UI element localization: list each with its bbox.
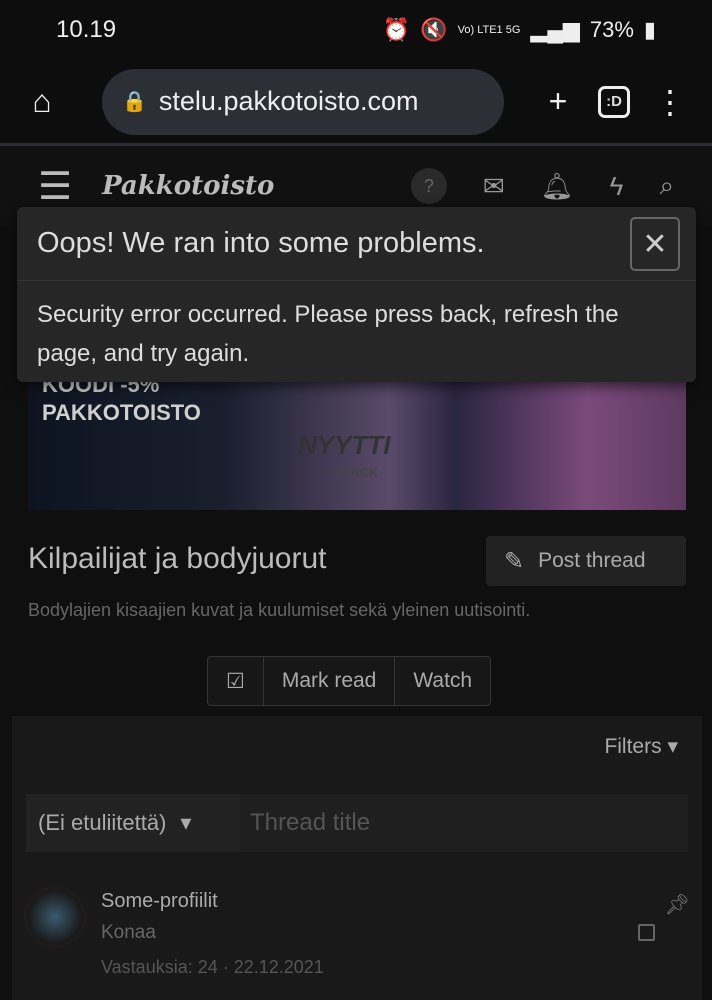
mail-icon[interactable]: ✉	[483, 171, 505, 202]
status-bar: 10.19 ⏰ 🔇 Vo) LTE1 5G ▂▄▆ 73% ▮	[0, 0, 712, 60]
error-dialog: Oops! We ran into some problems. ✕ Secur…	[17, 207, 696, 382]
thread-title[interactable]: Some-profiilit	[101, 890, 218, 913]
ad-banner[interactable]: KOODI -5% PAKKOTOISTO NYYTTI BLACK	[28, 360, 686, 510]
caret-down-icon: ▾	[180, 810, 192, 835]
forum-description: Bodylajien kisaajien kuvat ja kuulumiset…	[28, 600, 531, 620]
alarm-icon: ⏰	[382, 17, 411, 42]
help-button[interactable]: ?	[410, 168, 447, 204]
lock-icon: 🔒	[122, 91, 147, 113]
lightning-icon[interactable]: ϟ	[610, 171, 624, 202]
post-thread-button[interactable]: ✎ Post thread	[486, 536, 686, 586]
close-button[interactable]: ✕	[630, 217, 680, 271]
pin-icon: 📌︎	[664, 894, 690, 916]
thread-meta: Vastauksia: 24 · 22.12.2021	[101, 957, 324, 977]
banner-product-sub: BLACK	[333, 465, 379, 480]
new-tab-icon[interactable]: +	[536, 83, 580, 120]
filters-label: Filters	[604, 735, 662, 758]
filters-button[interactable]: Filters ▾	[604, 734, 678, 759]
banner-product: NYYTTI	[298, 430, 391, 460]
battery-level: 73%	[589, 17, 634, 42]
browser-toolbar: ⌂ 🔒 stelu.pakkotoisto.com + :D ⋮	[0, 60, 712, 146]
hamburger-icon[interactable]: ☰	[38, 164, 72, 209]
battery-icon: ▮	[643, 17, 656, 42]
dialog-title: Oops! We ran into some problems.	[37, 227, 485, 259]
thread-select-checkbox[interactable]	[638, 924, 655, 941]
banner-text: PAKKOTOISTO	[42, 400, 201, 425]
watch-button[interactable]: Watch	[395, 657, 490, 705]
signal-icon: ▂▄▆	[530, 17, 580, 42]
address-bar[interactable]: 🔒 stelu.pakkotoisto.com	[102, 68, 504, 135]
clock: 10.19	[56, 16, 117, 43]
caret-down-icon: ▾	[667, 735, 678, 758]
forum-actions: ☑ Mark read Watch	[207, 656, 492, 706]
menu-dots-icon[interactable]: ⋮	[648, 83, 692, 121]
url-text: stelu.pakkotoisto.com	[158, 86, 419, 116]
mute-icon: 🔇	[420, 17, 448, 42]
network-indicator: Vo) LTE1 5G	[457, 24, 521, 36]
post-thread-label: Post thread	[538, 549, 646, 572]
dialog-message: Security error occurred. Please press ba…	[37, 301, 619, 367]
divider	[17, 280, 696, 281]
thread-list: Filters ▾ (Ei etuliitettä) ▾ Some-profiil…	[12, 716, 702, 1000]
prefix-value: (Ei etuliitettä)	[38, 810, 167, 835]
mark-read-button[interactable]: Mark read	[264, 657, 396, 705]
tab-switcher-button[interactable]: :D	[598, 85, 630, 118]
select-checkbox-icon[interactable]: ☑	[208, 657, 264, 705]
search-icon[interactable]: ⌕	[659, 170, 674, 202]
thread-author[interactable]: Konaa	[101, 922, 156, 944]
site-logo[interactable]: Pakkotoisto	[102, 171, 274, 201]
avatar[interactable]	[24, 886, 86, 948]
bell-icon[interactable]: 🔔︎	[541, 171, 574, 202]
edit-icon: ✎	[504, 547, 525, 575]
page-title: Kilpailijat ja bodyjuorut	[28, 542, 327, 575]
home-icon[interactable]: ⌂	[20, 83, 64, 120]
prefix-select[interactable]: (Ei etuliitettä) ▾	[26, 794, 240, 852]
thread-title-input[interactable]	[240, 794, 688, 852]
